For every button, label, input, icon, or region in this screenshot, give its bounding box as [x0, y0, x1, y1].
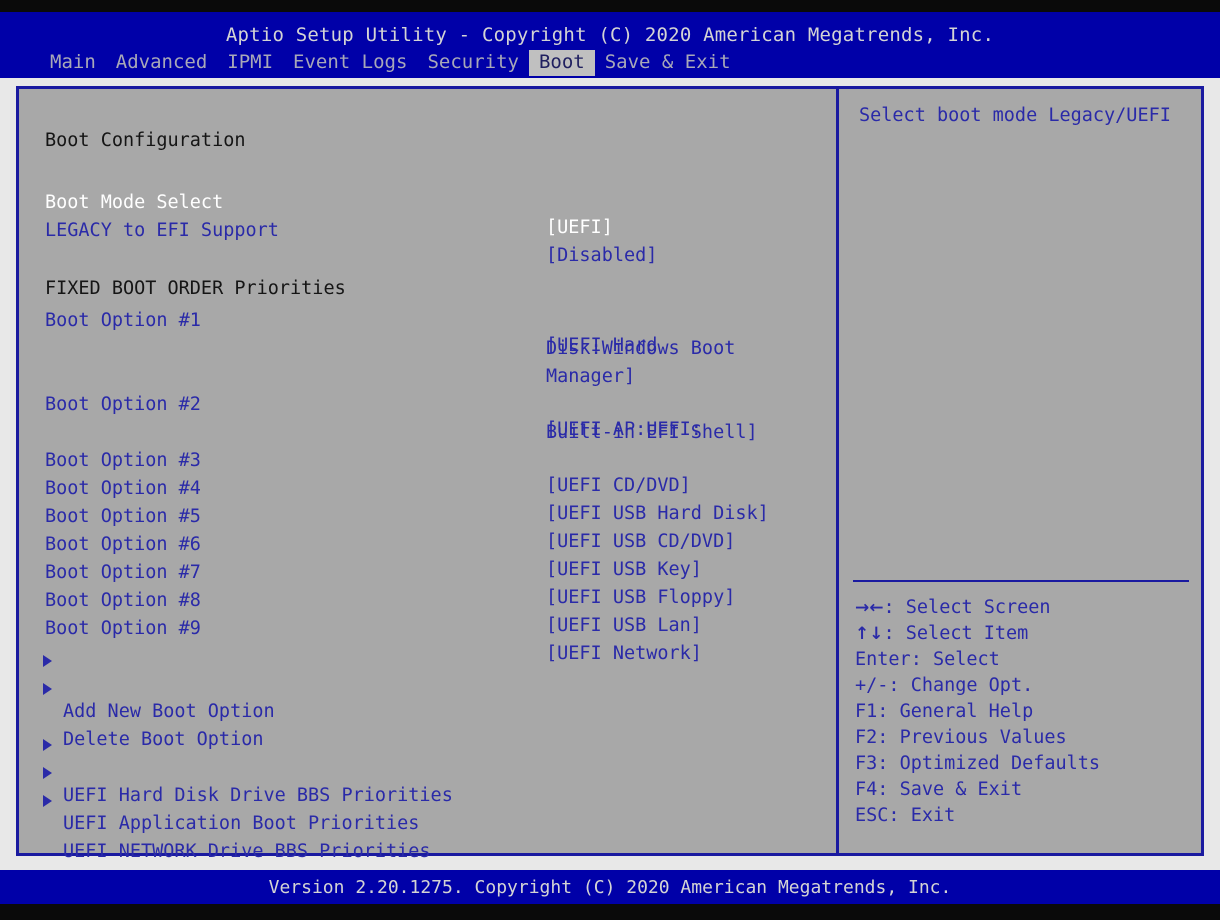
legend-row-enter: Enter: Select	[855, 647, 1199, 673]
setting-row-boot-option-4[interactable]: Boot Option #4 [UEFI USB Hard Disk]	[19, 451, 836, 524]
setting-row-boot-option-7[interactable]: Boot Option #7 [UEFI USB Floppy]	[19, 535, 836, 608]
legend-key-plus-minus: +/-	[855, 675, 889, 696]
key-legend: →←: Select Screen ↑↓: Select Item Enter:…	[855, 595, 1199, 829]
setting-row-boot-option-3[interactable]: Boot Option #3 [UEFI CD/DVD]	[19, 423, 836, 496]
tab-boot[interactable]: Boot	[528, 50, 595, 76]
submenu-row-uefi-network-drive-bbs-priorities[interactable]: UEFI NETWORK Drive BBS Priorities	[19, 789, 836, 862]
legend-row-f1: F1: General Help	[855, 699, 1199, 725]
legend-sep: :	[877, 701, 900, 722]
legend-sep: :	[910, 649, 933, 670]
legend-row-select-item: ↑↓: Select Item	[855, 621, 1199, 647]
legend-action-general-help: General Help	[899, 701, 1034, 722]
tab-main[interactable]: Main	[40, 50, 106, 76]
section-heading-label: Boot Configuration	[45, 130, 246, 151]
bottom-bezel	[0, 904, 1220, 920]
tab-ipmi[interactable]: IPMI	[217, 50, 283, 76]
legend-action-select-item: Select Item	[905, 623, 1029, 644]
legend-row-plus-minus: +/-: Change Opt.	[855, 673, 1199, 699]
section-heading-boot-configuration: Boot Configuration	[19, 103, 836, 151]
legend-key-f3: F3	[855, 753, 878, 774]
legend-sep: :	[877, 779, 900, 800]
content-panel: Boot Configuration Boot Mode Select [UEF…	[16, 86, 1204, 862]
setting-row-boot-mode-select[interactable]: Boot Mode Select [UEFI]	[19, 165, 836, 238]
setting-row-boot-option-8[interactable]: Boot Option #8 [UEFI USB Lan]	[19, 563, 836, 636]
legend-key-f1: F1	[855, 701, 878, 722]
setting-row-boot-option-1[interactable]: Boot Option #1 [UEFI Hard	[19, 283, 836, 356]
setting-row-boot-option-5[interactable]: Boot Option #5 [UEFI USB CD/DVD]	[19, 479, 836, 552]
uefi-network-drive-bbs-priorities-label: UEFI NETWORK Drive BBS Priorities	[63, 841, 431, 862]
legend-key-esc: ESC	[855, 805, 889, 826]
tab-security[interactable]: Security	[417, 50, 529, 76]
boot-option-8-value[interactable]: [UEFI USB Lan]	[546, 613, 702, 638]
legend-action-optimized-defaults: Optimized Defaults	[899, 753, 1101, 774]
setting-row-boot-option-6[interactable]: Boot Option #6 [UEFI USB Key]	[19, 507, 836, 580]
legend-action-select: Select	[932, 649, 1000, 670]
boot-option-1-value-wrap-2: Disk:Windows Boot	[19, 311, 836, 359]
legend-action-save-exit: Save & Exit	[899, 779, 1023, 800]
boot-mode-select-value[interactable]: [UEFI]	[546, 215, 613, 240]
tab-advanced[interactable]: Advanced	[106, 50, 218, 76]
legend-row-f4: F4: Save & Exit	[855, 777, 1199, 803]
legend-sep: :	[877, 753, 900, 774]
submenu-row-uefi-application-boot-priorities[interactable]: UEFI Application Boot Priorities	[19, 761, 836, 834]
legend-row-select-screen: →←: Select Screen	[855, 595, 1199, 621]
bios-setup-screen: Aptio Setup Utility - Copyright (C) 2020…	[0, 0, 1220, 920]
top-bezel	[0, 0, 1220, 12]
legend-row-esc: ESC: Exit	[855, 803, 1199, 829]
submenu-row-delete-boot-option[interactable]: Delete Boot Option	[19, 677, 836, 750]
uefi-application-boot-priorities-label: UEFI Application Boot Priorities	[63, 813, 420, 834]
submenu-row-uefi-hard-disk-drive-bbs-priorities[interactable]: UEFI Hard Disk Drive BBS Priorities	[19, 733, 836, 806]
submenu-arrow-icon	[43, 767, 52, 779]
legacy-to-efi-support-label: LEGACY to EFI Support	[45, 220, 279, 241]
legend-sep: :	[888, 675, 911, 696]
boot-option-2-value-wrap-2: Built-in EFI Shell]	[19, 395, 836, 443]
setting-row-boot-option-9[interactable]: Boot Option #9 [UEFI Network]	[19, 591, 836, 664]
help-separator	[853, 580, 1189, 582]
legend-action-change-opt: Change Opt.	[910, 675, 1034, 696]
legend-action-exit: Exit	[910, 805, 956, 826]
page-title: Aptio Setup Utility - Copyright (C) 2020…	[225, 24, 995, 46]
arrow-up-down-icon: ↑↓	[855, 624, 884, 644]
legend-sep: :	[877, 727, 900, 748]
footer-version: Version 2.20.1275. Copyright (C) 2020 Am…	[268, 877, 952, 898]
submenu-arrow-icon	[43, 739, 52, 751]
help-column: Select boot mode Legacy/UEFI →←: Select …	[839, 89, 1201, 853]
arrow-left-right-icon: →←	[855, 598, 884, 618]
setting-row-legacy-to-efi-support[interactable]: LEGACY to EFI Support [Disabled]	[19, 193, 836, 266]
legend-row-f3: F3: Optimized Defaults	[855, 751, 1199, 777]
legend-action-previous-values: Previous Values	[899, 727, 1067, 748]
legend-sep: :	[888, 805, 911, 826]
submenu-arrow-icon	[43, 683, 52, 695]
settings-column: Boot Configuration Boot Mode Select [UEF…	[19, 89, 836, 862]
help-description: Select boot mode Legacy/UEFI	[859, 105, 1171, 126]
legend-key-enter: Enter	[855, 649, 911, 670]
legend-key-f4: F4	[855, 779, 878, 800]
section-heading-fixed-boot-order: FIXED BOOT ORDER Priorities	[19, 251, 836, 299]
legend-row-f2: F2: Previous Values	[855, 725, 1199, 751]
menu-tab-bar: Main Advanced IPMI Event Logs Security B…	[40, 50, 741, 76]
submenu-row-add-new-boot-option[interactable]: Add New Boot Option	[19, 649, 836, 722]
tab-save-exit[interactable]: Save & Exit	[595, 50, 741, 76]
boot-option-9-label: Boot Option #9	[45, 618, 201, 639]
setting-row-boot-option-2[interactable]: Boot Option #2 [UEFI AP:UEFI:	[19, 367, 836, 440]
legend-sep: :	[883, 597, 906, 618]
legend-key-f2: F2	[855, 727, 878, 748]
tab-event-logs[interactable]: Event Logs	[283, 50, 417, 76]
boot-option-1-value-wrap-3: Manager]	[19, 339, 836, 387]
submenu-arrow-icon	[43, 795, 52, 807]
submenu-arrow-icon	[43, 655, 52, 667]
legend-sep: :	[883, 623, 906, 644]
legend-action-select-screen: Select Screen	[905, 597, 1051, 618]
